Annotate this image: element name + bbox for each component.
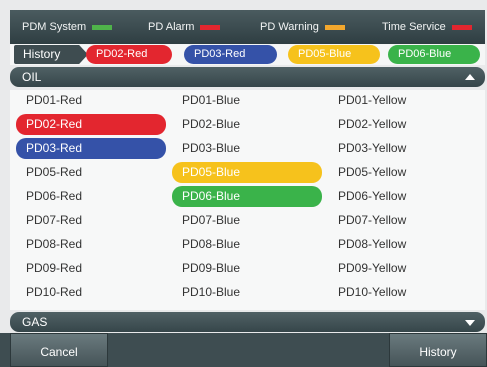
channel-cell[interactable]: PD10-Yellow — [328, 282, 478, 303]
status-pdm-system: PDM System — [22, 21, 113, 33]
oil-section-header[interactable]: OIL — [10, 67, 485, 87]
status-label: PD Warning — [260, 21, 319, 33]
channel-cell[interactable]: PD02-Yellow — [328, 114, 478, 135]
channel-cell[interactable]: PD03-Blue — [172, 138, 322, 159]
cancel-button[interactable]: Cancel — [10, 333, 108, 367]
channel-cell[interactable]: PD02-Red — [16, 114, 166, 135]
footer-bar: Cancel History — [0, 333, 487, 367]
channel-cell[interactable]: PD05-Yellow — [328, 162, 478, 183]
channel-cell[interactable]: PD09-Red — [16, 258, 166, 279]
gas-section-header[interactable]: GAS — [10, 312, 485, 332]
status-label: Time Service — [382, 21, 446, 33]
channel-cell[interactable]: PD07-Blue — [172, 210, 322, 231]
channel-cell[interactable]: PD01-Blue — [172, 90, 322, 111]
channel-cell[interactable]: PD09-Blue — [172, 258, 322, 279]
oil-section-title: OIL — [22, 70, 42, 84]
channel-cell[interactable]: PD06-Blue — [172, 186, 322, 207]
status-indicator — [200, 24, 221, 30]
status-pd-alarm: PD Alarm — [148, 21, 221, 33]
collapse-up-icon[interactable] — [465, 74, 475, 80]
channel-cell[interactable]: PD08-Yellow — [328, 234, 478, 255]
history-chip-pd05-blue[interactable]: PD05-Blue — [288, 45, 380, 64]
status-bar: PDM System PD Alarm PD Warning Time Serv… — [10, 10, 485, 44]
channel-cell[interactable]: PD05-Red — [16, 162, 166, 183]
history-chip-pd03-red[interactable]: PD03-Red — [184, 45, 277, 64]
status-label: PD Alarm — [148, 21, 195, 33]
oil-channel-grid: PD01-Red PD02-Red PD03-Red PD05-Red PD06-Red… — [10, 90, 485, 310]
channel-cell[interactable]: PD06-Red — [16, 186, 166, 207]
channel-cell[interactable]: PD08-Blue — [172, 234, 322, 255]
history-label: History — [14, 45, 88, 64]
gas-section-title: GAS — [22, 315, 48, 329]
channel-cell[interactable]: PD01-Red — [16, 90, 166, 111]
channel-cell[interactable]: PD07-Yellow — [328, 210, 478, 231]
channel-cell[interactable]: PD03-Red — [16, 138, 166, 159]
channel-cell[interactable]: PD03-Yellow — [328, 138, 478, 159]
history-button[interactable]: History — [389, 333, 487, 367]
status-label: PDM System — [22, 21, 87, 33]
status-indicator — [92, 24, 113, 30]
channel-cell[interactable]: PD05-Blue — [172, 162, 322, 183]
history-bar: History PD02-Red PD03-Red PD05-Blue PD06… — [10, 44, 485, 65]
status-indicator — [451, 24, 472, 30]
channel-cell[interactable]: PD07-Red — [16, 210, 166, 231]
expand-down-icon[interactable] — [465, 320, 475, 326]
history-chip-pd06-blue[interactable]: PD06-Blue — [388, 45, 480, 64]
history-chip-pd02-red[interactable]: PD02-Red — [86, 45, 172, 64]
status-pd-warning: PD Warning — [260, 21, 345, 33]
channel-cell[interactable]: PD10-Blue — [172, 282, 322, 303]
channel-cell[interactable]: PD01-Yellow — [328, 90, 478, 111]
channel-cell[interactable]: PD06-Yellow — [328, 186, 478, 207]
channel-cell[interactable]: PD10-Red — [16, 282, 166, 303]
channel-cell[interactable]: PD09-Yellow — [328, 258, 478, 279]
status-indicator — [324, 24, 345, 30]
channel-cell[interactable]: PD08-Red — [16, 234, 166, 255]
channel-cell[interactable]: PD02-Blue — [172, 114, 322, 135]
status-time-service: Time Service — [382, 21, 472, 33]
